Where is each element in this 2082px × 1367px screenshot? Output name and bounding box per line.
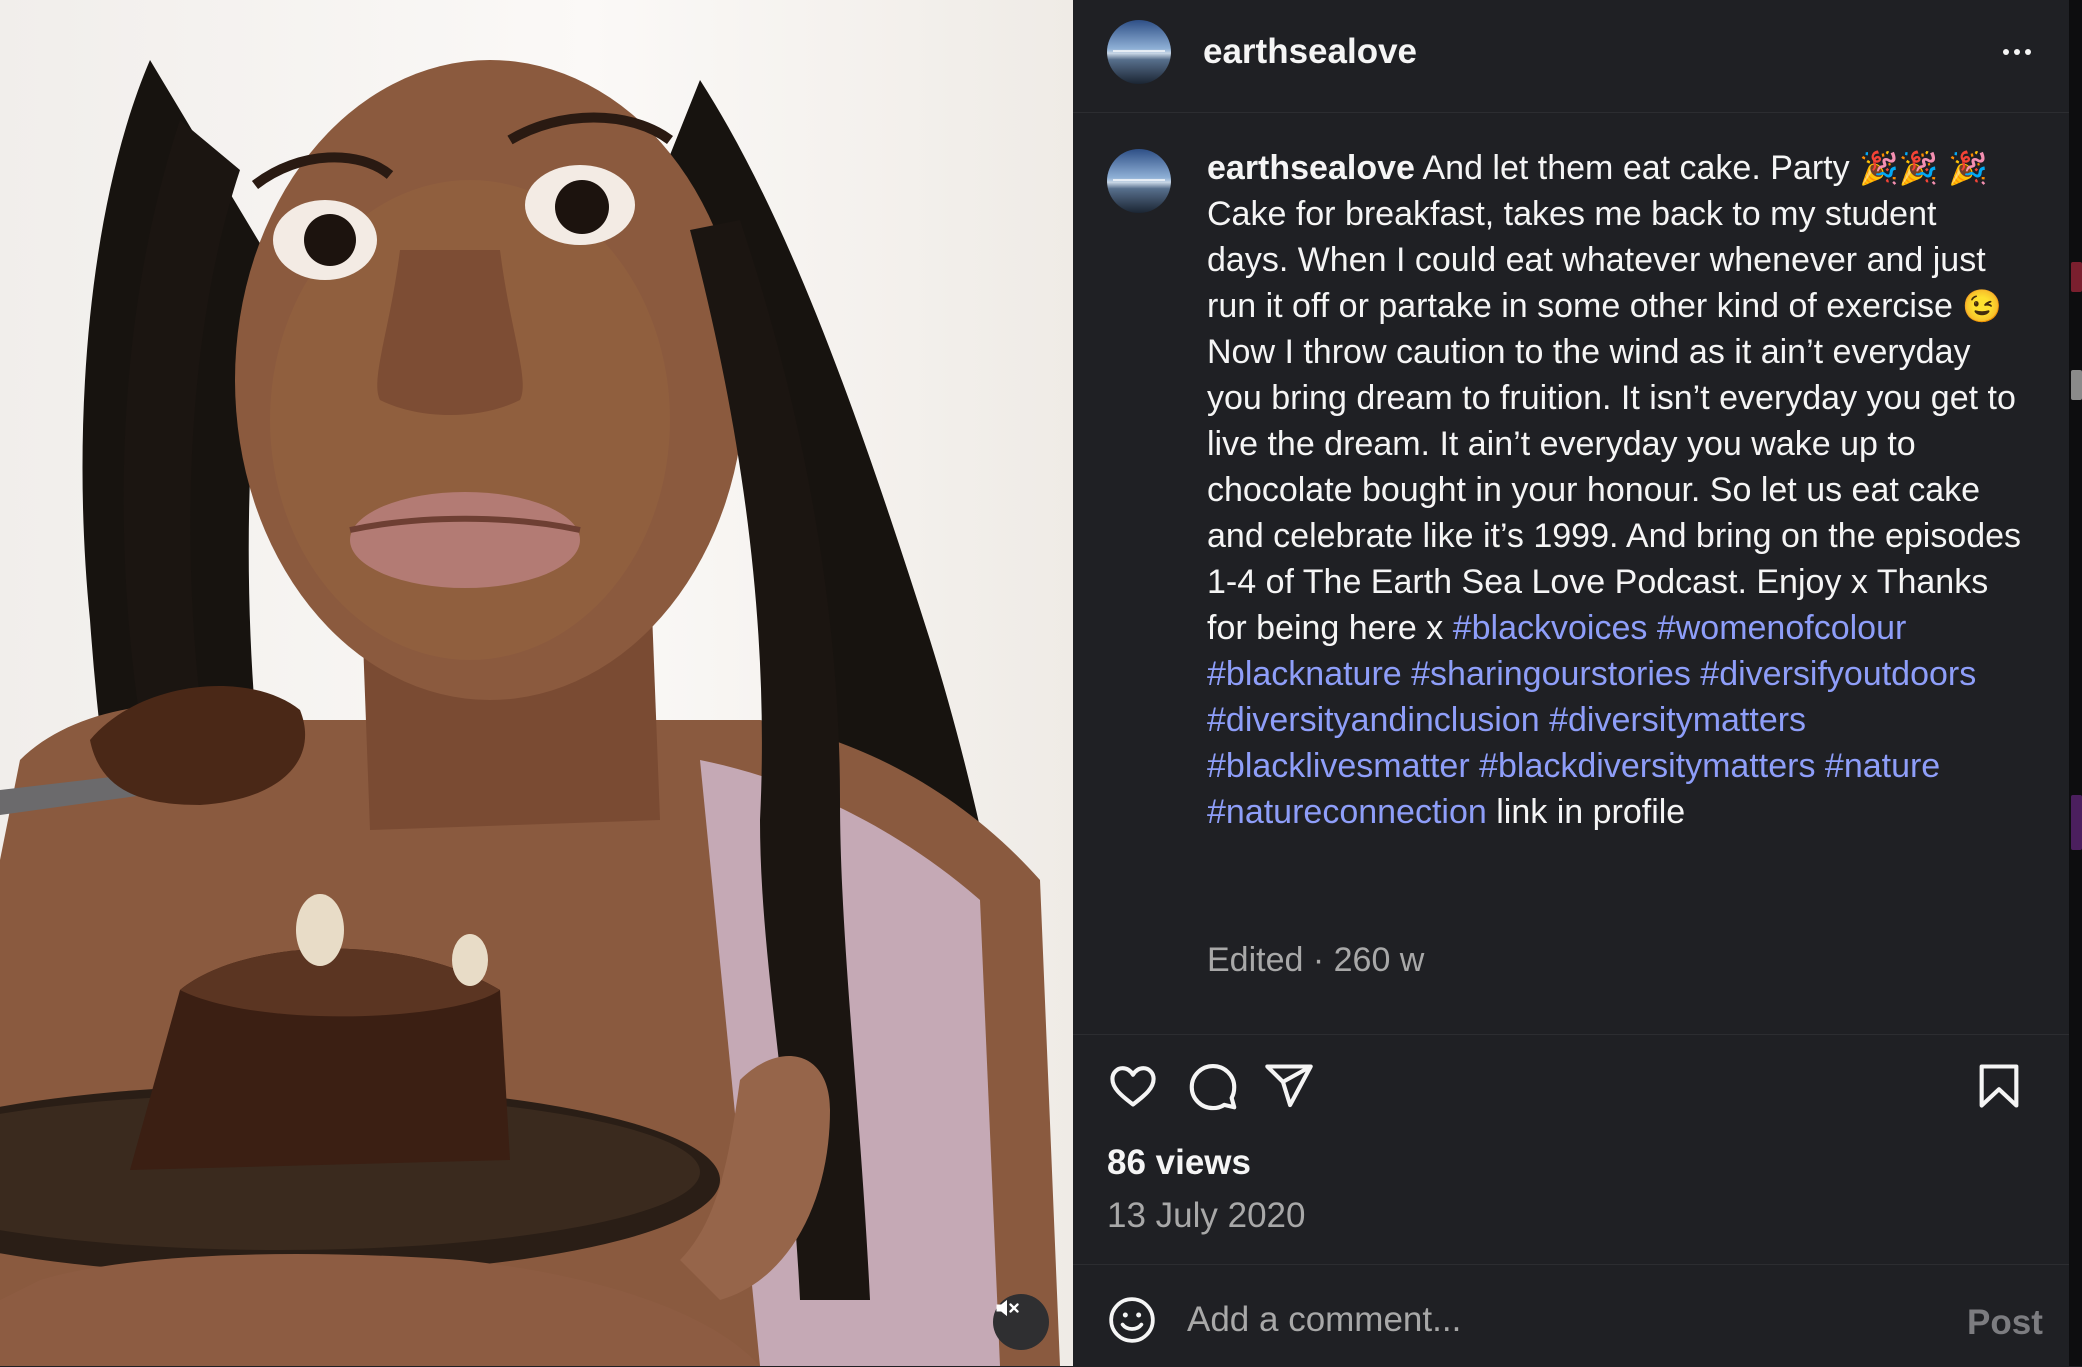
hashtag-link[interactable]: #diversitymatters	[1549, 701, 1806, 739]
post-author-username[interactable]: earthsealove	[1203, 32, 1417, 72]
edge-marker	[2071, 795, 2082, 850]
post-details-panel: earthsealove earthsealove And let them e…	[1073, 0, 2069, 1366]
post-photo	[0, 60, 1060, 1366]
comment-icon	[1189, 1064, 1237, 1111]
post-header: earthsealove	[1073, 0, 2069, 113]
hashtag-link[interactable]: #nature	[1825, 747, 1940, 785]
hashtag-link[interactable]: #blacknature	[1207, 655, 1402, 693]
post-meta: Edited · 260 w	[1207, 941, 1425, 979]
hashtag-link[interactable]: #womenofcolour	[1657, 609, 1906, 647]
mute-button[interactable]	[993, 1294, 1049, 1350]
caption-username[interactable]: earthsealove	[1207, 149, 1415, 187]
share-button[interactable]	[1263, 1060, 1317, 1114]
hashtag-link[interactable]: #blacklivesmatter	[1207, 747, 1470, 785]
window-edge	[2069, 0, 2082, 1366]
hashtag-link[interactable]: #natureconnection	[1207, 793, 1487, 831]
more-dot	[2014, 49, 2020, 55]
smiley-icon	[1109, 1297, 1155, 1343]
edge-marker	[2071, 370, 2082, 400]
hashtag-link[interactable]: #blackvoices	[1453, 609, 1648, 647]
caption-text: earthsealove And let them eat cake. Part…	[1207, 145, 2027, 835]
hashtag-link[interactable]: #diversityandinclusion	[1207, 701, 1540, 739]
emoji-picker-button[interactable]	[1107, 1295, 1157, 1345]
save-button[interactable]	[1973, 1060, 2027, 1114]
hashtag-link[interactable]: #blackdiversitymatters	[1479, 747, 1815, 785]
view-count[interactable]: 86 views	[1107, 1143, 1251, 1183]
post-date[interactable]: 13 July 2020	[1107, 1196, 1305, 1236]
party-emoji: 🎉	[1898, 150, 1939, 186]
hashtag-link[interactable]: #sharingourstories	[1411, 655, 1691, 693]
more-options-button[interactable]	[1993, 32, 2041, 72]
action-bar	[1073, 1060, 2069, 1130]
like-button[interactable]	[1107, 1060, 1161, 1114]
share-icon	[1265, 1064, 1313, 1108]
avatar[interactable]	[1107, 20, 1171, 84]
caption-body-2: Now I throw caution to the wind as it ai…	[1207, 333, 2022, 647]
caption-avatar[interactable]	[1107, 149, 1171, 213]
hashtag-link[interactable]: #diversifyoutdoors	[1700, 655, 1976, 693]
comment-input[interactable]	[1185, 1289, 1909, 1351]
divider	[1073, 1034, 2069, 1035]
bookmark-icon	[1979, 1064, 2019, 1108]
caption-body-1: Cake for breakfast, takes me back to my …	[1207, 195, 1986, 325]
comment-bar: Post	[1073, 1264, 2069, 1367]
caption-section: earthsealove And let them eat cake. Part…	[1073, 113, 2069, 1033]
party-emoji: 🎉	[1948, 150, 1989, 186]
caption-line1: And let them eat cake. Party	[1422, 149, 1850, 187]
post-comment-button[interactable]: Post	[1967, 1303, 2043, 1343]
more-dot	[2025, 49, 2031, 55]
post-media[interactable]	[0, 0, 1073, 1366]
comment-button[interactable]	[1187, 1060, 1241, 1114]
edge-marker	[2071, 262, 2082, 292]
speaker-muted-icon	[996, 1299, 1019, 1317]
party-emoji: 🎉	[1859, 150, 1899, 186]
wink-emoji: 😉	[1962, 288, 2003, 324]
caption-tail: link in profile	[1496, 793, 1686, 831]
heart-icon	[1110, 1066, 1156, 1107]
more-horizontal-icon	[2003, 49, 2009, 55]
